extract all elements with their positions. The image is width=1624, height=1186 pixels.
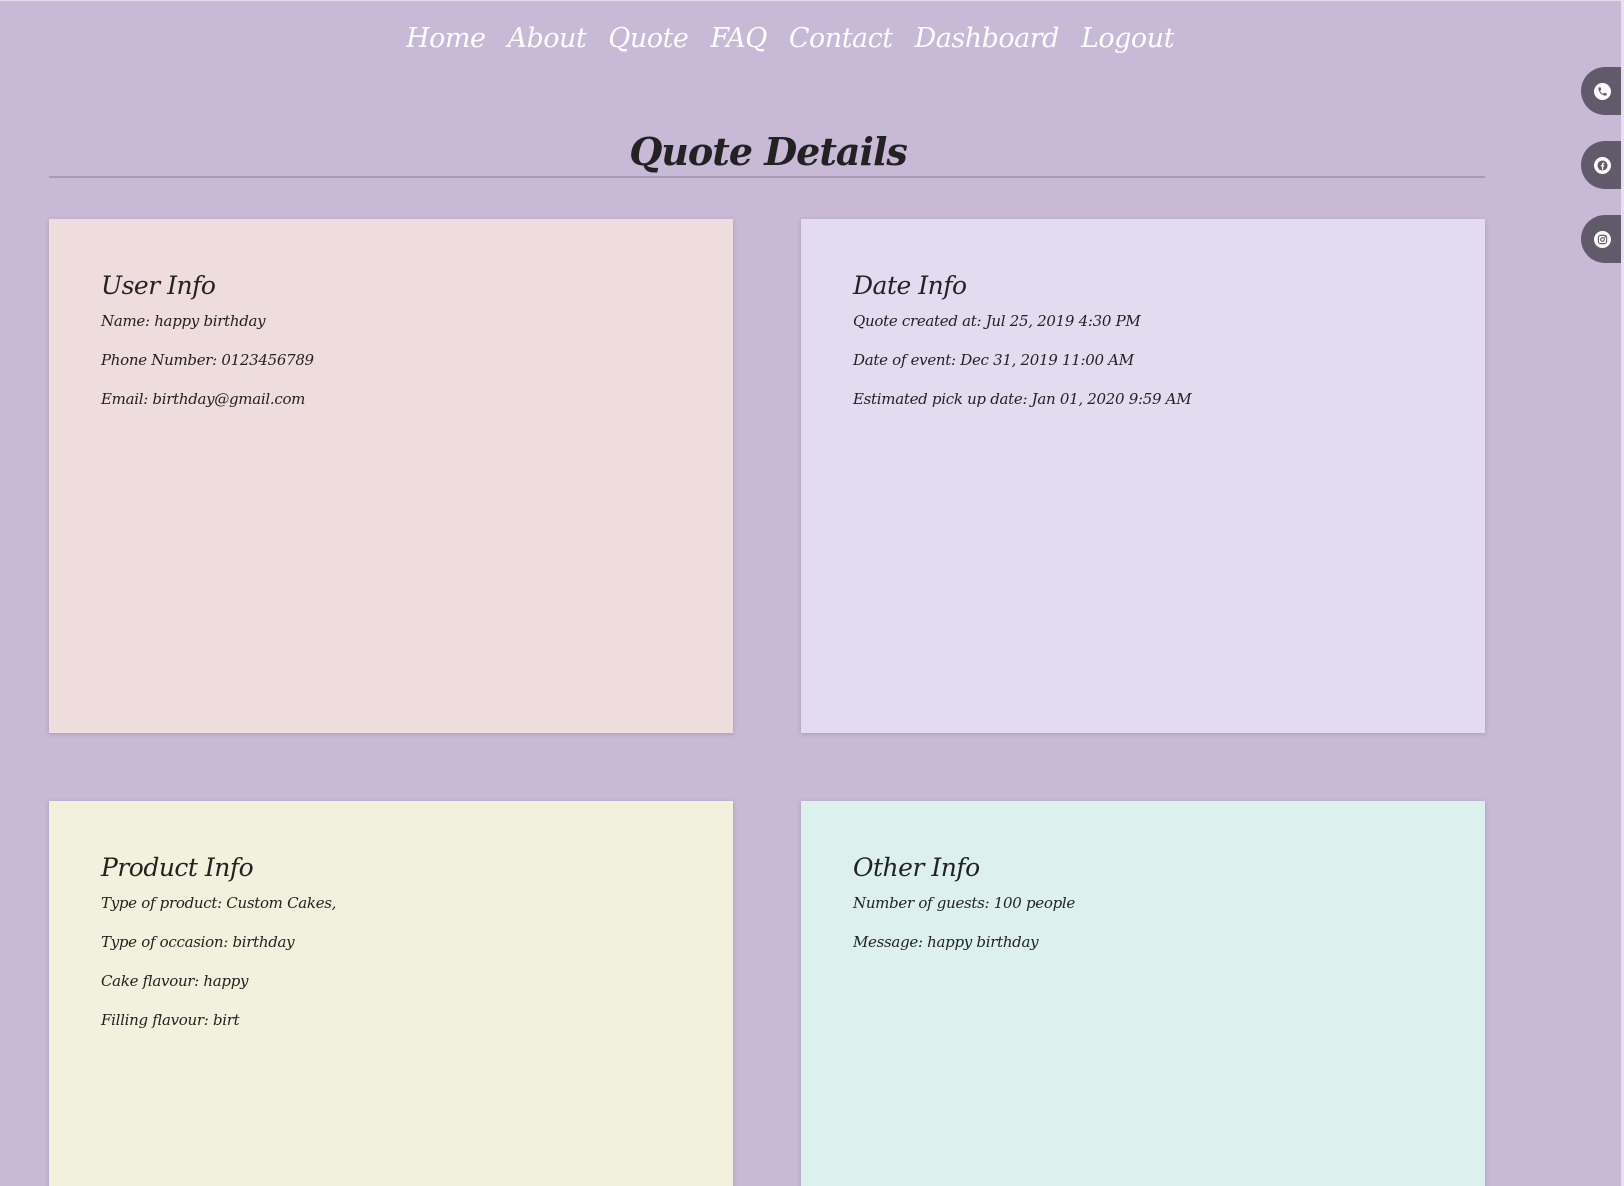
- nav-faq-link[interactable]: FAQ: [710, 23, 767, 54]
- user-name: Name: happy birthday: [101, 312, 266, 330]
- nav-dashboard-link[interactable]: Dashboard: [915, 23, 1060, 54]
- product-info-heading: Product Info: [101, 853, 254, 882]
- phone-social-button[interactable]: [1581, 67, 1621, 115]
- user-info-card: User Info Name: happy birthday Phone Num…: [49, 219, 733, 733]
- cake-flavour: Cake flavour: happy: [101, 972, 249, 990]
- date-info-card: Date Info Quote created at: Jul 25, 2019…: [801, 219, 1485, 733]
- nav-contact-link[interactable]: Contact: [789, 23, 893, 54]
- product-info-card: Product Info Type of product: Custom Cak…: [49, 801, 733, 1186]
- filling-flavour: Filling flavour: birt: [101, 1011, 240, 1029]
- facebook-social-button[interactable]: [1581, 141, 1621, 189]
- main-nav: Home About Quote FAQ Contact Dashboard L…: [0, 23, 1580, 54]
- quote-created-date: Quote created at: Jul 25, 2019 4:30 PM: [853, 312, 1141, 330]
- nav-about-link[interactable]: About: [507, 23, 586, 54]
- guest-count: Number of guests: 100 people: [853, 894, 1075, 912]
- nav-logout-link[interactable]: Logout: [1081, 23, 1174, 54]
- phone-icon: [1594, 82, 1611, 100]
- date-info-heading: Date Info: [853, 271, 967, 300]
- message: Message: happy birthday: [853, 933, 1039, 951]
- user-info-heading: User Info: [101, 271, 216, 300]
- instagram-social-button[interactable]: [1581, 215, 1621, 263]
- other-info-heading: Other Info: [853, 853, 980, 882]
- nav-home-link[interactable]: Home: [406, 23, 486, 54]
- user-email: Email: birthday@gmail.com: [101, 390, 306, 408]
- user-phone: Phone Number: 0123456789: [101, 351, 314, 369]
- other-info-card: Other Info Number of guests: 100 people …: [801, 801, 1485, 1186]
- title-divider: [49, 176, 1485, 178]
- instagram-icon: [1594, 230, 1611, 248]
- facebook-icon: [1594, 156, 1611, 174]
- event-date: Date of event: Dec 31, 2019 11:00 AM: [853, 351, 1134, 369]
- page-title: Quote Details: [629, 129, 908, 174]
- pickup-date: Estimated pick up date: Jan 01, 2020 9:5…: [853, 390, 1192, 408]
- occasion-type: Type of occasion: birthday: [101, 933, 295, 951]
- nav-quote-link[interactable]: Quote: [608, 23, 689, 54]
- product-type: Type of product: Custom Cakes,: [101, 894, 337, 912]
